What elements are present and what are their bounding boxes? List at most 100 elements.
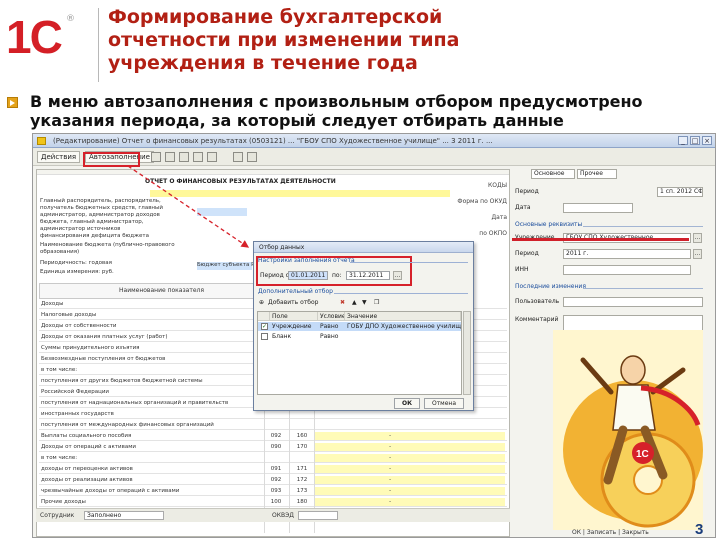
value-cell[interactable]: [315, 454, 505, 462]
row-label: иностранных государств: [41, 411, 114, 417]
table-row[interactable]: Прочие доходы 100 180 -: [39, 498, 507, 507]
period-to-field[interactable]: 31.12.2011: [346, 271, 390, 280]
user-field[interactable]: [563, 297, 703, 307]
help-icon[interactable]: [247, 152, 257, 162]
row-checkbox[interactable]: [261, 333, 268, 340]
footer-label: Сотрудник: [40, 512, 75, 519]
table-row[interactable]: поступления от международных финансовых …: [39, 421, 507, 430]
row-label: Налоговые доходы: [41, 312, 97, 318]
row-label: в том числе:: [41, 455, 78, 461]
logo-text: 1С: [6, 11, 63, 63]
dash-mark: -: [389, 465, 392, 472]
code-label: Дата: [491, 214, 507, 221]
table-row[interactable]: доходы от реализации активов 092 172 -: [39, 476, 507, 485]
date-field[interactable]: [150, 190, 450, 197]
table-row[interactable]: в том числе: -: [39, 454, 507, 463]
move-down-icon[interactable]: ▼: [362, 298, 367, 308]
period-from-field[interactable]: 01.01.2011: [288, 271, 328, 280]
footer-code-label: ОКВЭД: [272, 512, 294, 519]
delete-icon[interactable]: ✖: [340, 298, 345, 308]
dash-mark: -: [389, 487, 392, 494]
date-field[interactable]: [563, 203, 633, 213]
period-field[interactable]: 2011 г.: [563, 249, 691, 259]
row-checkbox[interactable]: ✓: [261, 323, 268, 330]
filter-row[interactable]: ✓ Учреждение Равно ГОБУ ДПО Художественн…: [258, 322, 461, 331]
minimize-button[interactable]: _: [678, 136, 688, 145]
code-label: КОДЫ: [488, 182, 507, 189]
filter-table[interactable]: Поле Условие Значение ✓ Учреждение Равно…: [257, 311, 462, 395]
period-select[interactable]: 1 сп. 2012 СФ: [657, 187, 703, 197]
dash-mark: -: [389, 454, 392, 461]
settings-icon[interactable]: [207, 152, 217, 162]
row-label: Доходы от операций с активами: [41, 444, 136, 450]
filter-row[interactable]: Бланк Равно: [258, 332, 461, 341]
value-cell[interactable]: [315, 465, 505, 473]
row-line-code: 092: [270, 433, 282, 439]
filter-value: ГОБУ ДПО Художественное училище: [347, 323, 461, 330]
period-select-button[interactable]: …: [393, 271, 402, 280]
section-rule: [583, 288, 703, 289]
value-cell[interactable]: [315, 487, 505, 495]
comment-field[interactable]: [563, 315, 703, 331]
column-ruler: [37, 170, 509, 175]
row-label: Доходы: [41, 301, 64, 307]
table-row[interactable]: доходы от переоценки активов 091 171 -: [39, 465, 507, 474]
table-row[interactable]: чрезвычайные доходы от операций с актива…: [39, 487, 507, 496]
section-rule: [583, 226, 703, 227]
autofill-highlight: [83, 152, 140, 167]
row-label: в том числе:: [41, 367, 78, 373]
bullet-icon: [7, 97, 18, 108]
filter-condition: Равно: [320, 333, 339, 340]
row-kosgu-code: 170: [296, 444, 308, 450]
export-icon[interactable]: [193, 152, 203, 162]
codes-column: КОДЫ Форма по ОКУД Дата по ОКПО: [457, 178, 507, 242]
ok-button[interactable]: ОК: [394, 398, 420, 409]
cancel-button[interactable]: Отмена: [424, 398, 464, 409]
left-text-line: Единица измерения: руб.: [40, 269, 114, 275]
filter-condition: Равно: [320, 323, 339, 330]
close-button[interactable]: ×: [702, 136, 712, 145]
slide-number: 3: [695, 521, 704, 538]
footer-code-field[interactable]: [298, 511, 338, 520]
zoom-icon[interactable]: [233, 152, 243, 162]
section-main-requisites: Основные реквизиты: [515, 221, 583, 228]
bullet-text: В меню автозаполнения с произвольным отб…: [30, 92, 710, 130]
document-icon: [37, 137, 46, 145]
period-select-button[interactable]: …: [693, 249, 702, 259]
table-row[interactable]: Выплаты социального пособия 092 160 -: [39, 432, 507, 441]
table-row[interactable]: иностранных государств: [39, 410, 507, 419]
table-scrollbar[interactable]: [463, 311, 471, 395]
dash-mark: -: [389, 443, 392, 450]
value-cell[interactable]: [315, 443, 505, 451]
report-footer: Сотрудник Заполнено ОКВЭД: [36, 508, 510, 522]
value-cell[interactable]: [315, 476, 505, 484]
table-row[interactable]: Доходы от операций с активами 090 170 -: [39, 443, 507, 452]
footer-status-field[interactable]: Заполнено: [84, 511, 164, 520]
add-filter-icon[interactable]: ⊕: [259, 298, 264, 308]
save-icon[interactable]: [151, 152, 161, 162]
row-label: доходы от переоценки активов: [41, 466, 133, 472]
section-rule: [350, 262, 468, 263]
value-cell[interactable]: [315, 498, 505, 506]
row-label: Российской Федерации: [41, 389, 109, 395]
tab-main[interactable]: Основное: [531, 169, 575, 179]
print-icon[interactable]: [165, 152, 175, 162]
settings-section: Настройки заполнения отчета: [258, 257, 355, 264]
inn-field[interactable]: [563, 265, 691, 275]
org-select-button[interactable]: …: [693, 233, 702, 243]
slide-title: Формирование бухгалтерской отчетности пр…: [108, 6, 628, 75]
org-cell[interactable]: [197, 208, 247, 216]
row-label: чрезвычайные доходы от операций с актива…: [41, 488, 180, 494]
copy-icon[interactable]: ❐: [374, 298, 379, 308]
maximize-button[interactable]: □: [690, 136, 700, 145]
row-kosgu-code: 171: [296, 466, 308, 472]
dash-mark: -: [389, 476, 392, 483]
value-cell[interactable]: [315, 432, 505, 440]
actions-menu-button[interactable]: Действия: [37, 151, 81, 163]
add-filter-button[interactable]: Добавить отбор: [268, 298, 318, 308]
registered-icon: ®: [66, 14, 75, 24]
budget-cell-text: Бюджет субъекта РФ: [197, 262, 260, 268]
move-up-icon[interactable]: ▲: [352, 298, 357, 308]
check-icon[interactable]: [179, 152, 189, 162]
tab-other[interactable]: Прочее: [577, 169, 617, 179]
